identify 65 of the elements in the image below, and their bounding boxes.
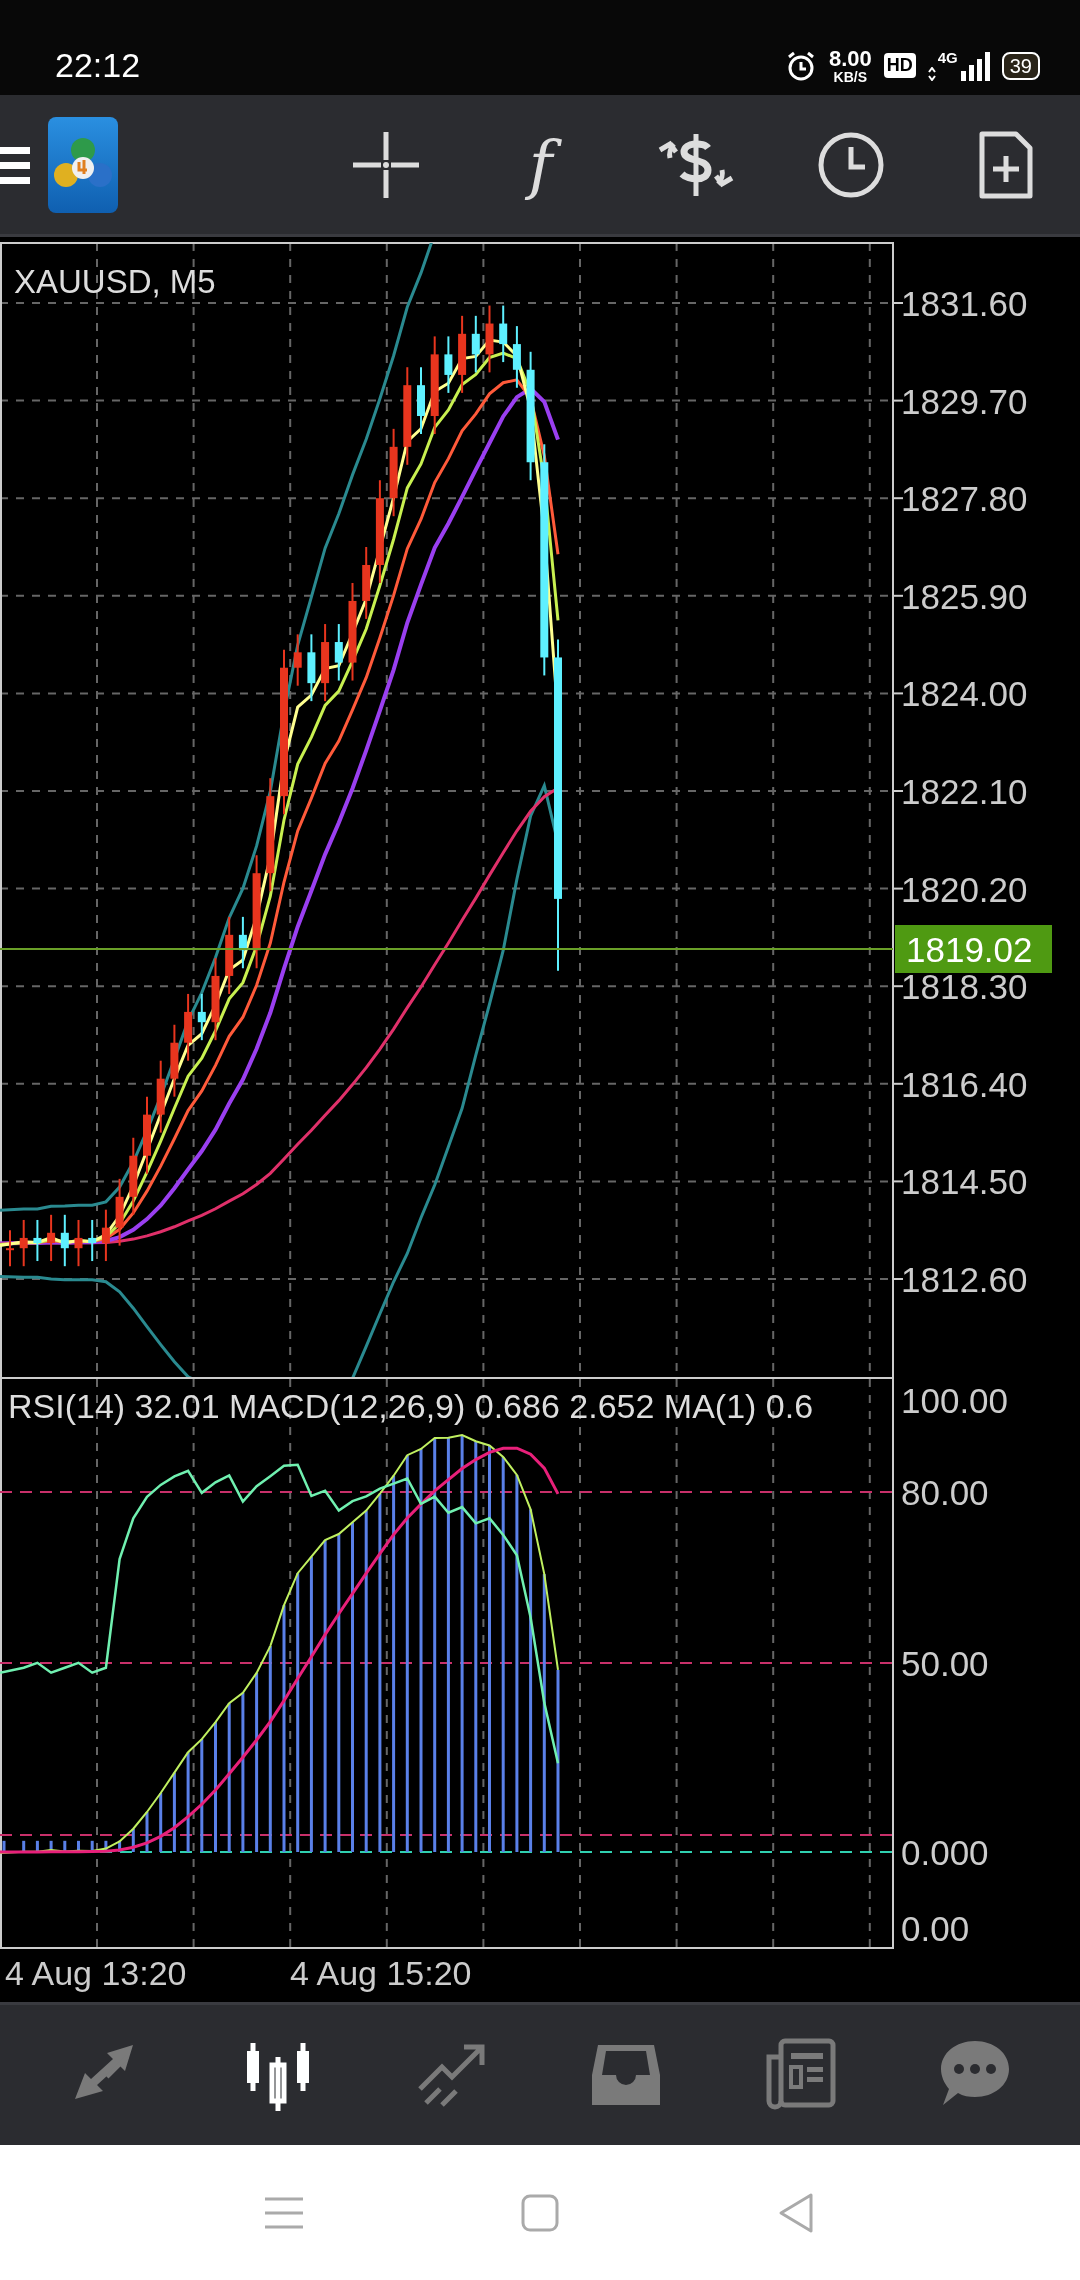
candlestick xyxy=(238,915,247,970)
price-label: 1829.70 xyxy=(901,381,1028,421)
price-label: 1824.00 xyxy=(901,674,1028,714)
histogram-bar xyxy=(49,1840,53,1852)
indicator-axis-label: 0.00 xyxy=(901,1909,970,1948)
candlestick xyxy=(417,366,425,435)
candlestick xyxy=(101,1208,110,1263)
app-logo-icon xyxy=(48,116,118,213)
histogram-bar xyxy=(131,1828,135,1852)
current-price-text: 1819.02 xyxy=(906,930,1033,969)
candlestick xyxy=(307,633,316,703)
histogram-bar xyxy=(77,1840,80,1852)
network-type: 4G xyxy=(937,48,958,66)
battery-level: 39 xyxy=(1001,51,1040,80)
hd-badge: HD xyxy=(883,53,916,78)
indicator-axis-label: 100.00 xyxy=(901,1381,1009,1420)
candlestick xyxy=(499,304,508,364)
price-label: 1825.90 xyxy=(901,576,1028,616)
menu-icon[interactable] xyxy=(0,144,30,185)
histogram-bar xyxy=(145,1811,149,1852)
histogram-bar xyxy=(63,1840,67,1852)
price-label: 1820.20 xyxy=(901,869,1028,909)
price-label: 1816.40 xyxy=(901,1064,1028,1104)
indicators-button[interactable]: f xyxy=(463,114,618,215)
histogram-bar xyxy=(2,1840,6,1852)
time-label: 4 Aug 13:20 xyxy=(5,1954,187,1992)
price-label: 1818.30 xyxy=(901,967,1028,1007)
time-label: 4 Aug 15:20 xyxy=(290,1954,472,1992)
candlestick xyxy=(485,304,494,374)
speed-unit: KB/S xyxy=(833,69,868,84)
network-speed: 8.00 xyxy=(828,47,872,70)
indicator-axis-label: 50.00 xyxy=(901,1644,989,1683)
indicator-axis-label: 80.00 xyxy=(901,1473,989,1512)
price-label: 1822.10 xyxy=(901,772,1028,811)
histogram-bar xyxy=(159,1793,163,1852)
indicator-legend: RSI(14) 32.01 MACD(12,26,9) 0.686 2.652 MA(1) 0.6 xyxy=(8,1387,814,1425)
candlestick xyxy=(334,623,343,682)
price-label: 1827.80 xyxy=(901,479,1028,519)
candlestick xyxy=(293,633,302,687)
histogram-bar xyxy=(22,1840,26,1852)
signal-icon xyxy=(959,50,990,81)
price-label: 1814.50 xyxy=(901,1162,1028,1202)
candlestick xyxy=(47,1213,56,1263)
candlestick xyxy=(19,1218,28,1268)
indicator-axis-label: 0.000 xyxy=(901,1833,989,1872)
histogram-bar xyxy=(118,1840,122,1852)
candlestick xyxy=(88,1218,97,1263)
histogram-bar xyxy=(35,1840,39,1852)
clock-time: 22:12 xyxy=(55,46,141,85)
candlestick xyxy=(197,992,206,1042)
candlestick xyxy=(33,1218,42,1263)
candlestick xyxy=(6,1229,14,1268)
data-arrows-icon xyxy=(927,66,936,81)
candlestick xyxy=(74,1218,83,1268)
candlestick xyxy=(115,1177,124,1247)
candlestick xyxy=(444,335,453,394)
histogram-bar xyxy=(90,1840,94,1852)
price-label: 1831.60 xyxy=(901,284,1028,323)
candlestick xyxy=(184,992,193,1062)
candlestick xyxy=(512,325,521,389)
candlestick xyxy=(60,1213,69,1268)
chart-title: XAUUSD, M5 xyxy=(14,263,216,300)
candlestick xyxy=(471,314,480,374)
histogram-bar xyxy=(104,1840,108,1852)
price-label: 1812.60 xyxy=(901,1260,1028,1299)
